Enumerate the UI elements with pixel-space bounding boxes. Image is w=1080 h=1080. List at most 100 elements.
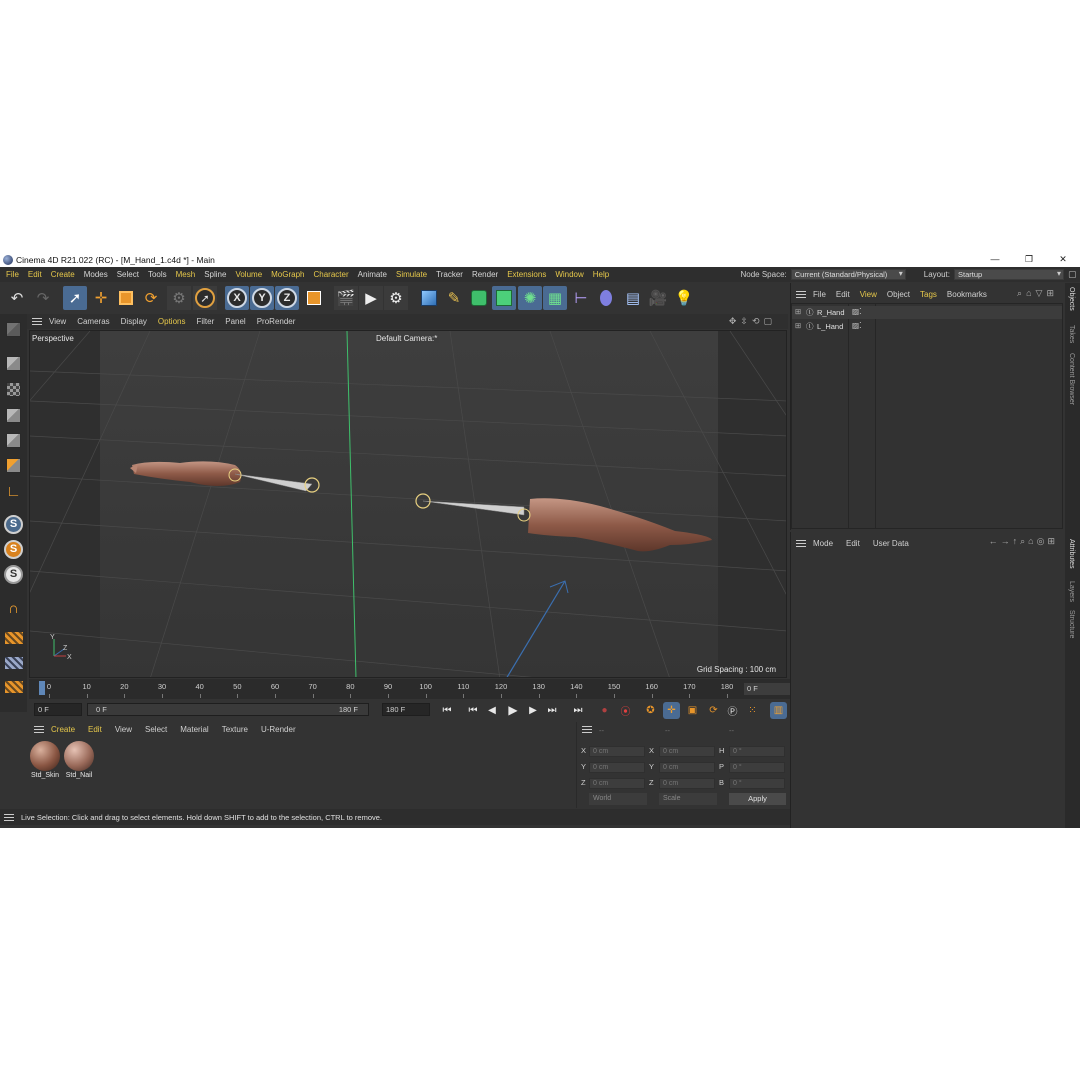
z-axis-lock[interactable]: Z — [275, 286, 299, 310]
parameter-key-icon[interactable]: Ⓟ — [724, 702, 741, 719]
deformer-icon[interactable]: ⊢ — [569, 286, 593, 310]
viewport-navigation-icons[interactable]: ✥⇳⟲▢ — [729, 316, 776, 327]
object-row-l-hand[interactable]: ⊞ ⓛ L_Hand ▨⁚ — [792, 320, 1062, 333]
points-mode-icon[interactable] — [2, 404, 25, 426]
attr-menu-user-data[interactable]: User Data — [873, 539, 909, 548]
camera-icon[interactable]: 🎥 — [646, 286, 670, 310]
menu-volume[interactable]: Volume — [235, 270, 262, 279]
tab-attributes[interactable]: Attributes — [1068, 539, 1075, 569]
object-menu-file[interactable]: File — [813, 290, 826, 299]
go-to-start-button-box[interactable]: ⏮ — [465, 702, 481, 718]
render-picture-viewer-icon[interactable]: ▶ — [359, 286, 383, 310]
material-menu-select[interactable]: Select — [145, 725, 167, 734]
end-frame-field[interactable]: 180 F — [382, 703, 430, 716]
make-editable-icon[interactable] — [2, 318, 25, 340]
visibility-toggle-icon[interactable]: ▨⁚ — [852, 307, 861, 316]
model-mode-icon[interactable] — [2, 352, 25, 374]
object-menu-tags[interactable]: Tags — [920, 290, 937, 299]
menu-tools[interactable]: Tools — [148, 270, 167, 279]
light-icon[interactable]: 💡 — [672, 286, 696, 310]
solo-hierarchy-icon[interactable]: S — [2, 538, 25, 560]
object-menu-view[interactable]: View — [860, 290, 877, 299]
coordinate-field[interactable]: 0 cm — [589, 778, 645, 789]
mograph-icon[interactable]: ▦ — [543, 286, 567, 310]
expand-icon[interactable]: ⊞ — [795, 307, 801, 316]
live-selection-icon[interactable]: ➚ — [63, 286, 87, 310]
scale-icon[interactable] — [114, 286, 138, 310]
coordinate-field[interactable]: 0 ° — [729, 746, 785, 757]
coordinate-field[interactable]: 0 ° — [729, 778, 785, 789]
start-frame-field[interactable]: 0 F — [34, 703, 82, 716]
material-std-nail[interactable]: Std_Nail — [63, 740, 95, 785]
tab-takes[interactable]: Takes — [1068, 325, 1075, 343]
select-tool-icon[interactable]: ➚ — [193, 286, 217, 310]
coordinate-field[interactable]: 0 cm — [659, 778, 715, 789]
frame-range-slider[interactable]: 0 F 180 F — [87, 703, 369, 716]
menu-render[interactable]: Render — [472, 270, 498, 279]
render-view-icon[interactable]: 🎬 — [334, 286, 358, 310]
polygons-mode-icon[interactable] — [2, 454, 25, 476]
attr-menu-mode[interactable]: Mode — [813, 539, 833, 548]
current-frame-field[interactable]: 0 F — [744, 683, 790, 695]
minimize-button[interactable]: — — [978, 252, 1012, 267]
cloner-icon[interactable]: ✺ — [518, 286, 542, 310]
timeline-window-icon[interactable]: ▥ — [770, 702, 787, 719]
expand-icon[interactable]: ⊞ — [795, 321, 801, 330]
scale-key-icon[interactable]: ▣ — [684, 702, 701, 719]
go-to-end-icon[interactable]: ⏭ — [544, 702, 560, 718]
planar-workplane-icon[interactable] — [2, 676, 25, 698]
material-menu-edit[interactable]: Edit — [88, 725, 102, 734]
menu-simulate[interactable]: Simulate — [396, 270, 427, 279]
object-menu-bookmarks[interactable]: Bookmarks — [947, 290, 987, 299]
coordinate-field[interactable]: 0 cm — [589, 746, 645, 757]
object-manager-tools-icons[interactable]: ⌕⌂▽⊞ — [1017, 288, 1058, 299]
attribute-menu-icon[interactable] — [796, 539, 806, 547]
x-axis-lock[interactable]: X — [225, 286, 249, 310]
coordinate-field[interactable]: 0 cm — [659, 762, 715, 773]
redo-icon[interactable]: ↷ — [31, 286, 55, 310]
tab-layers[interactable]: Layers — [1068, 581, 1075, 602]
object-menu-edit[interactable]: Edit — [836, 290, 850, 299]
coordinate-space-dropdown[interactable]: World — [589, 793, 647, 805]
floor-icon[interactable]: ▤ — [621, 286, 645, 310]
viewport-menu-icon[interactable] — [32, 318, 42, 325]
menu-help[interactable]: Help — [593, 270, 609, 279]
pla-key-icon[interactable]: ⁙ — [744, 702, 761, 719]
layout-lock-icon[interactable]: ▢ — [1068, 269, 1080, 280]
material-menu-u-render[interactable]: U-Render — [261, 725, 296, 734]
menu-mograph[interactable]: MoGraph — [271, 270, 304, 279]
attr-menu-edit[interactable]: Edit — [846, 539, 860, 548]
menu-modes[interactable]: Modes — [84, 270, 108, 279]
tab-structure[interactable]: Structure — [1068, 610, 1075, 638]
maximize-button[interactable]: ❐ — [1012, 252, 1046, 267]
material-menu-icon[interactable] — [34, 726, 44, 733]
axis-mode-icon[interactable]: ∟ — [2, 480, 25, 502]
solo-off-icon[interactable]: S — [2, 563, 25, 585]
go-to-start-icon[interactable]: ⏮ — [439, 702, 455, 718]
viewport-menu-prorender[interactable]: ProRender — [257, 317, 296, 326]
workplane-icon[interactable] — [2, 627, 25, 649]
coordinate-menu-icon[interactable] — [582, 726, 592, 733]
solo-mode-icon[interactable]: S — [2, 513, 25, 535]
record-active-objects-icon[interactable]: ● — [596, 702, 613, 719]
menu-animate[interactable]: Animate — [358, 270, 387, 279]
go-to-end-box-icon[interactable]: ⏭ — [570, 702, 586, 718]
timeline-ruler[interactable]: 0 F 0 10 20 30 40 50 60 70 80 90 100 110 120 130 140 15… — [29, 679, 790, 699]
menu-file[interactable]: File — [6, 270, 19, 279]
layout-dropdown[interactable]: Startup — [954, 269, 1064, 280]
apply-button[interactable]: Apply — [729, 793, 786, 805]
undo-icon[interactable]: ↶ — [5, 286, 29, 310]
material-menu-create[interactable]: Create — [51, 725, 75, 734]
menu-mesh[interactable]: Mesh — [176, 270, 196, 279]
coordinate-field[interactable]: 0 ° — [729, 762, 785, 773]
perspective-viewport[interactable]: Y Z X Perspective Default Camera:* Grid … — [29, 330, 787, 678]
coordinate-field[interactable]: 0 cm — [589, 762, 645, 773]
menu-spline[interactable]: Spline — [204, 270, 226, 279]
move-icon[interactable]: ✛ — [89, 286, 113, 310]
keyframe-selection-icon[interactable]: ✪ — [642, 702, 659, 719]
y-axis-lock[interactable]: Y — [250, 286, 274, 310]
next-frame-icon[interactable]: ▶ — [525, 702, 541, 718]
rotate-icon[interactable]: ⟳ — [139, 286, 163, 310]
menu-edit[interactable]: Edit — [28, 270, 42, 279]
object-menu-icon[interactable] — [796, 290, 806, 298]
